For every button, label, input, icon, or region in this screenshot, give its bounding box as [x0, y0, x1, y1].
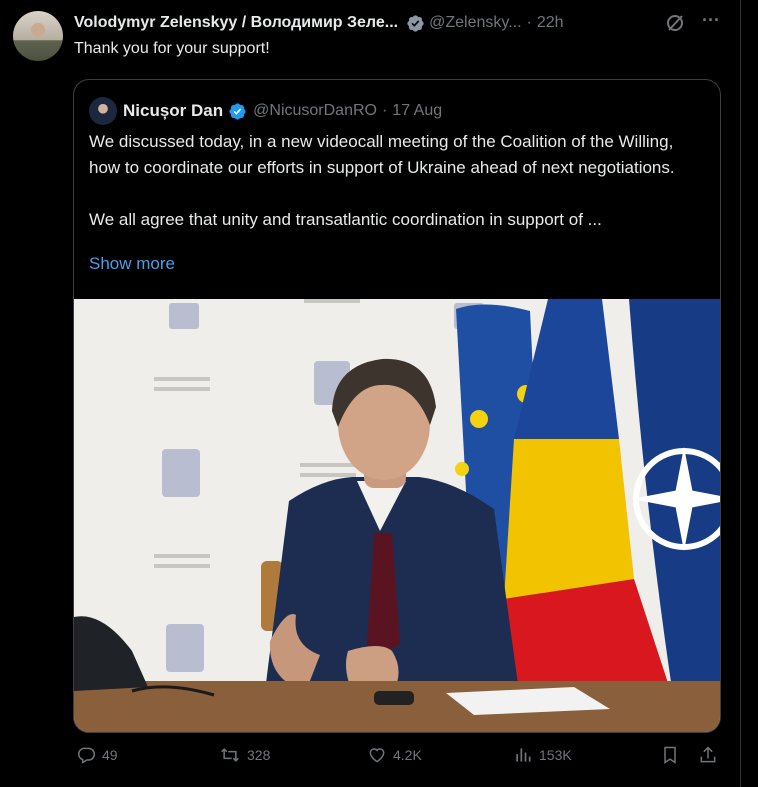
- show-more-link[interactable]: Show more: [89, 254, 175, 274]
- column-divider: [740, 0, 741, 787]
- tweet-time[interactable]: 22h: [537, 14, 564, 32]
- repost-button[interactable]: 328: [219, 745, 270, 765]
- like-button[interactable]: 4.2K: [367, 745, 422, 765]
- tweet-text: Thank you for your support!: [74, 40, 270, 57]
- quoted-text: We discussed today, in a new videocall m…: [89, 129, 699, 259]
- quoted-paragraph: We discussed today, in a new videocall m…: [89, 132, 675, 177]
- reply-icon: [78, 747, 96, 764]
- repost-count: 328: [247, 747, 271, 763]
- share-icon: [700, 746, 716, 763]
- repost-icon: [221, 748, 239, 762]
- bookmark-icon: [664, 746, 676, 764]
- views-icon: [516, 748, 531, 762]
- author-avatar[interactable]: [13, 11, 63, 61]
- verified-badge-icon[interactable]: [228, 102, 247, 121]
- tweet-actions: 49 328 4.2K 153K: [0, 745, 740, 775]
- quoted-header: Nicușor Dan @NicusorDanRO · 17 Aug: [89, 97, 442, 125]
- author-handle[interactable]: @Zelensky...: [429, 14, 521, 32]
- bookmark-button[interactable]: [660, 745, 686, 765]
- views-count: 153K: [539, 747, 572, 763]
- quoted-avatar[interactable]: [89, 97, 117, 125]
- grok-icon[interactable]: [665, 13, 685, 33]
- author-name[interactable]: Volodymyr Zelenskyy / Володимир Зеле...: [74, 14, 398, 32]
- quoted-tweet[interactable]: Nicușor Dan @NicusorDanRO · 17 Aug We di…: [73, 79, 721, 733]
- verified-badge-icon[interactable]: [406, 14, 425, 33]
- quoted-handle[interactable]: @NicusorDanRO: [253, 102, 377, 120]
- reply-button[interactable]: 49: [76, 745, 118, 765]
- like-count: 4.2K: [393, 747, 422, 763]
- views-button[interactable]: 153K: [513, 745, 572, 765]
- tweet-header: Volodymyr Zelenskyy / Володимир Зеле... …: [74, 12, 564, 34]
- separator-dot: ·: [526, 14, 532, 31]
- separator-dot: ·: [381, 102, 388, 119]
- quoted-photo[interactable]: [74, 299, 720, 732]
- quoted-date[interactable]: 17 Aug: [392, 102, 442, 120]
- quoted-paragraph: We all agree that unity and transatlanti…: [89, 210, 602, 229]
- reply-count: 49: [102, 747, 118, 763]
- quoted-author-name[interactable]: Nicușor Dan: [123, 101, 223, 121]
- share-button[interactable]: [698, 745, 724, 765]
- more-icon[interactable]: ···: [701, 11, 721, 32]
- like-icon: [369, 748, 385, 763]
